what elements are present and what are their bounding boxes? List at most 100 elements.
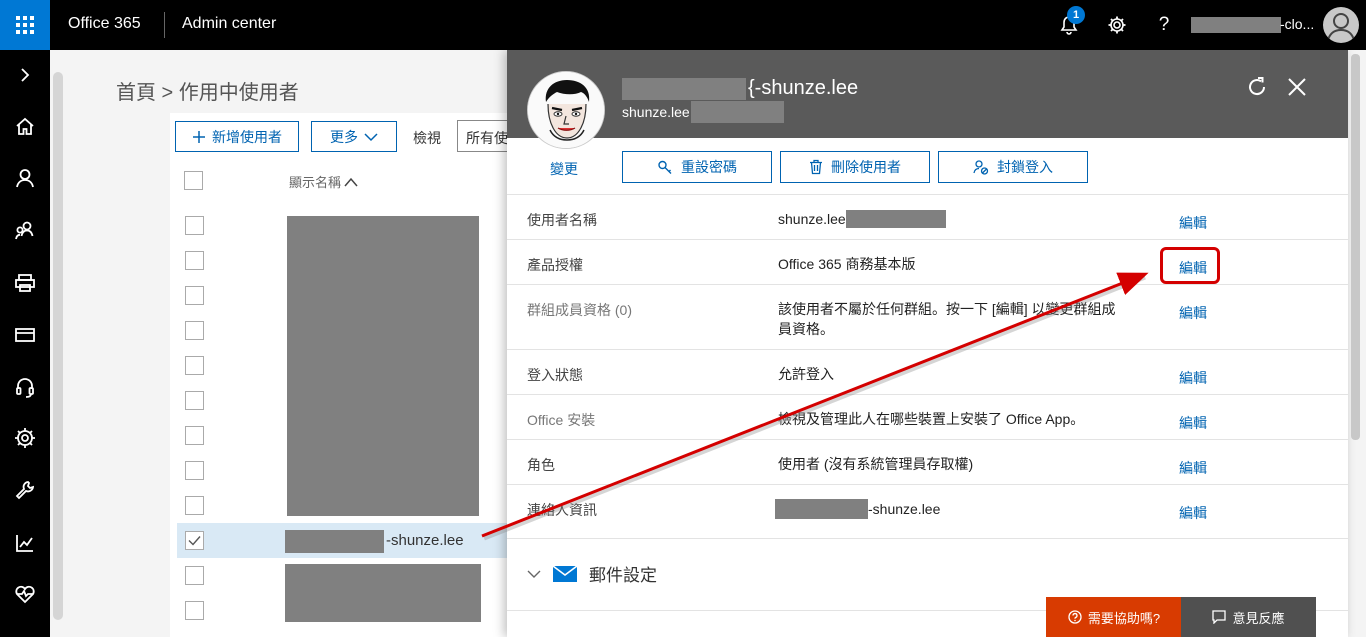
account-name[interactable]: -clo... bbox=[1280, 16, 1314, 32]
property-value: shunze.lee bbox=[778, 209, 946, 229]
top-bar: Office 365 Admin center 1 ? -clo... bbox=[0, 0, 1366, 50]
property-label: 使用者名稱 bbox=[527, 212, 597, 228]
property-value: 檢視及管理此人在哪些裝置上安裝了 Office App。 bbox=[778, 411, 1085, 427]
reset-password-button[interactable]: 重設密碼 bbox=[622, 151, 772, 183]
mail-settings-expander[interactable]: 郵件設定 bbox=[527, 561, 657, 586]
sort-ascending-icon bbox=[344, 177, 358, 186]
plus-icon bbox=[193, 130, 205, 143]
block-user-icon bbox=[973, 160, 989, 175]
column-header-display-name[interactable]: 顯示名稱 bbox=[289, 172, 359, 191]
account-name-redacted bbox=[1191, 17, 1281, 33]
need-help-button[interactable]: 需要協助嗎? bbox=[1046, 597, 1182, 637]
email-redacted bbox=[690, 101, 784, 123]
user-icon bbox=[16, 169, 34, 188]
help-button[interactable]: ? bbox=[1151, 12, 1177, 38]
nav-groups[interactable] bbox=[0, 210, 50, 250]
property-label: 群組成員資格 (0) bbox=[527, 302, 632, 318]
select-all-checkbox[interactable] bbox=[184, 171, 203, 190]
more-button[interactable]: 更多 bbox=[311, 121, 397, 152]
block-signin-button[interactable]: 封鎖登入 bbox=[938, 151, 1088, 183]
row-checkbox[interactable] bbox=[185, 391, 204, 410]
property-value: 允許登入 bbox=[778, 366, 834, 382]
support-icon bbox=[16, 378, 34, 398]
panel-scrollbar[interactable] bbox=[1351, 54, 1360, 440]
app-launcher-icon bbox=[16, 16, 34, 34]
username-redacted bbox=[845, 210, 946, 228]
left-navigation bbox=[0, 50, 50, 637]
property-row-contact-info: 連絡人資訊 -shunze.lee 編輯 bbox=[507, 484, 1348, 538]
nav-expand-button[interactable] bbox=[0, 55, 50, 95]
selected-user-redacted bbox=[285, 530, 384, 553]
panel-user-name: {-shunze.lee bbox=[622, 77, 858, 100]
chevron-right-icon bbox=[21, 68, 30, 82]
key-icon bbox=[658, 160, 672, 174]
property-value: Office 365 商務基本版 bbox=[778, 256, 916, 272]
row-checkbox[interactable] bbox=[185, 496, 204, 515]
row-checkbox[interactable] bbox=[185, 216, 204, 235]
nav-billing[interactable] bbox=[0, 315, 50, 355]
app-launcher-button[interactable] bbox=[0, 0, 50, 50]
chevron-down-icon bbox=[527, 570, 541, 578]
delete-user-button[interactable]: 刪除使用者 bbox=[780, 151, 930, 183]
settings-button[interactable] bbox=[1104, 12, 1130, 38]
annotation-highlight-box bbox=[1160, 247, 1220, 284]
block-signin-label: 封鎖登入 bbox=[997, 159, 1053, 175]
property-label: 角色 bbox=[527, 457, 555, 473]
panel-user-email: shunze.lee bbox=[622, 101, 784, 123]
property-row-licenses: 產品授權 Office 365 商務基本版 編輯 bbox=[507, 239, 1348, 284]
nav-reports[interactable] bbox=[0, 523, 50, 563]
feedback-button[interactable]: 意見反應 bbox=[1181, 597, 1316, 637]
nav-support[interactable] bbox=[0, 367, 50, 407]
row-checkbox[interactable] bbox=[185, 251, 204, 270]
mail-settings-label: 郵件設定 bbox=[589, 566, 657, 585]
property-label: 登入狀態 bbox=[527, 367, 583, 383]
nav-health[interactable] bbox=[0, 574, 50, 614]
edit-roles-link[interactable]: 編輯 bbox=[1179, 458, 1207, 478]
brand-name[interactable]: Office 365 bbox=[68, 15, 141, 33]
nav-setup[interactable] bbox=[0, 470, 50, 510]
checkmark-icon bbox=[188, 536, 201, 546]
user-photo-image bbox=[528, 72, 604, 148]
page-scrollbar[interactable] bbox=[53, 72, 63, 620]
nav-home[interactable] bbox=[0, 106, 50, 146]
more-label: 更多 bbox=[330, 128, 358, 145]
user-avatar-button[interactable] bbox=[1323, 7, 1359, 43]
home-icon bbox=[16, 117, 34, 135]
nav-resources[interactable] bbox=[0, 263, 50, 303]
row-checkbox[interactable] bbox=[185, 321, 204, 340]
property-label: 產品授權 bbox=[527, 257, 583, 273]
change-photo-link[interactable]: 變更 bbox=[550, 159, 578, 179]
question-circle-icon bbox=[1068, 610, 1082, 624]
refresh-button[interactable] bbox=[1244, 74, 1270, 100]
row-checkbox[interactable] bbox=[185, 356, 204, 375]
close-icon bbox=[1288, 78, 1306, 96]
row-checkbox[interactable] bbox=[185, 566, 204, 585]
add-user-button[interactable]: 新增使用者 bbox=[175, 121, 299, 152]
property-row-username: 使用者名稱 shunze.lee 編輯 bbox=[507, 194, 1348, 239]
need-help-label: 需要協助嗎? bbox=[1087, 610, 1161, 626]
nav-settings[interactable] bbox=[0, 418, 50, 458]
panel-email-text: shunze.lee bbox=[622, 104, 690, 120]
edit-contact-info-link[interactable]: 編輯 bbox=[1179, 503, 1207, 523]
row-checkbox-checked[interactable] bbox=[185, 531, 204, 550]
edit-username-link[interactable]: 編輯 bbox=[1179, 213, 1207, 233]
user-detail-panel: {-shunze.lee shunze.lee 變更 重設密碼 刪除使用者 封鎖… bbox=[507, 50, 1348, 637]
app-title[interactable]: Admin center bbox=[182, 15, 276, 33]
refresh-icon bbox=[1249, 77, 1266, 96]
row-checkbox[interactable] bbox=[185, 286, 204, 305]
nav-users[interactable] bbox=[0, 158, 50, 198]
property-value: 使用者 (沒有系統管理員存取權) bbox=[778, 456, 974, 472]
health-icon bbox=[15, 585, 35, 604]
selected-user-name[interactable]: -shunze.lee bbox=[386, 532, 464, 549]
row-checkbox[interactable] bbox=[185, 426, 204, 445]
property-row-groups: 群組成員資格 (0) 該使用者不屬於任何群組。按一下 [編輯] 以變更群組成員資… bbox=[507, 284, 1348, 349]
settings-icon bbox=[15, 428, 35, 448]
user-photo bbox=[527, 71, 605, 149]
edit-signin-status-link[interactable]: 編輯 bbox=[1179, 368, 1207, 388]
edit-groups-link[interactable]: 編輯 bbox=[1179, 303, 1207, 323]
add-user-label: 新增使用者 bbox=[212, 128, 282, 145]
edit-office-installs-link[interactable]: 編輯 bbox=[1179, 413, 1207, 433]
row-checkbox[interactable] bbox=[185, 601, 204, 620]
row-checkbox[interactable] bbox=[185, 461, 204, 480]
close-panel-button[interactable] bbox=[1284, 74, 1310, 100]
